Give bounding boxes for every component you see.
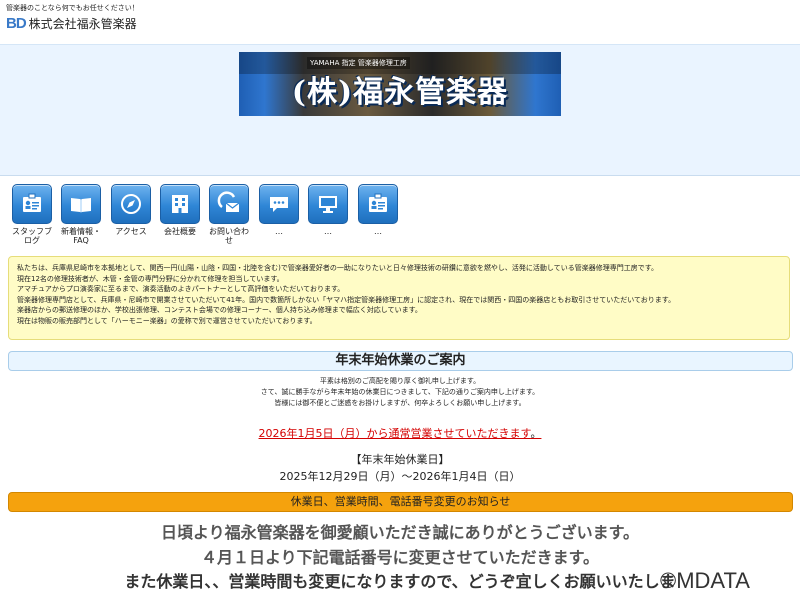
mail-icon [209,184,249,224]
notice-line: さて、誠に勝手ながら年末年始の休業日につきまして、下記の通りご案内申し上げます。 [260,388,540,396]
nav-item-company[interactable]: 会社概要 [157,184,203,236]
change-notice-heading: 休業日、営業時間、電話番号変更のお知らせ [8,492,793,512]
nav-item-monitor[interactable]: … [305,184,351,236]
reopen-suffix: 。 [530,427,542,440]
nav-label: スタッフブログ [12,227,52,245]
intro-line: 現在12名の修理技術者が、木管・金管の専門分野に分かれて修理を担当しています。 [17,274,284,283]
intro-line: 楽器店からの郵送修理のほか、学校出張修理、コンテスト会場での修理コーナー、個人持… [17,306,422,314]
monitor-icon [308,184,348,224]
intro-box: 私たちは、兵庫県尼崎市を本拠地として、関西一円(山陽・山陰・四国・北陸を含む)で… [8,256,790,340]
nav-label: アクセス [115,227,147,236]
hero-area: YAMAHA 指定 管楽器修理工房 (株)福永管楽器 [0,44,800,176]
change-notice-line: 日頃より福永管楽器を御愛顧いただき誠にありがとうございます。 [160,523,640,542]
main-nav: スタッフブログ 新着情報・FAQ アクセス 会社概要 お問い合わせ … … … [0,182,800,252]
banner-small-text: YAMAHA 指定 管楽器修理工房 [307,57,410,69]
nav-label: … [275,227,283,236]
intro-line: 私たちは、兵庫県尼崎市を本拠地として、関西一円(山陽・山陰・四国・北陸を含む)で… [17,264,658,272]
holiday-notice-body: 平素は格別のご高配を賜り厚く御礼申し上げます。 さて、誠に勝手ながら年末年始の休… [0,376,800,409]
nav-item-speech[interactable]: … [256,184,302,236]
compass-icon [111,184,151,224]
tagline: 管楽器のことなら何でもお任せください！ [6,4,139,12]
reopen-notice: 2026年1月5日（月）から通常営業させていただきます。 [0,425,800,441]
building-icon [160,184,200,224]
copyright-watermark: ©MDATA [660,568,750,593]
speech-bubble-icon [259,184,299,224]
nav-item-contact[interactable]: お問い合わせ [206,184,252,245]
intro-line: 管楽器修理専門店として、兵庫県・尼崎市で開業させていただいて41年。国内で数箇所… [17,295,676,304]
nav-label: お問い合わせ [209,227,249,245]
logo-mark: BD [6,14,27,32]
change-notice-line: ４月１日より下記電話番号に変更させていただきます。 [200,548,600,567]
holiday-period-title: 【年末年始休業日】 [350,453,450,466]
nav-item-access[interactable]: アクセス [108,184,154,236]
nav-item-staff-blog[interactable]: スタッフブログ [9,184,55,245]
hero-banner: YAMAHA 指定 管楽器修理工房 (株)福永管楽器 [239,52,561,116]
nav-label: … [374,227,382,236]
company-name: 株式会社福永管楽器 [28,16,137,31]
intro-line: アマチュアからプロ演奏家に至るまで、演奏活動のよきパートナーとして高評価をいただ… [17,285,345,293]
reopen-text: 2026年1月5日（月）から通常営業させていただきます [258,427,531,440]
notice-line: 平素は格別のご高配を賜り厚く御礼申し上げます。 [319,377,481,385]
banner-title: (株)福永管楽器 [291,75,509,110]
intro-line: 現在は物販の販売部門として「ハーモニー楽器」の愛称で別で運営させていただいており… [17,316,317,325]
holiday-notice-heading: 年末年始休業のご案内 [8,351,793,371]
id-card-icon [358,184,398,224]
site-header: 管楽器のことなら何でもお任せください！ BD 株式会社福永管楽器 [0,0,800,44]
nav-item-id-card[interactable]: … [355,184,401,236]
nav-label: 会社概要 [164,227,196,236]
staff-card-icon [12,184,52,224]
company-logo[interactable]: BD 株式会社福永管楽器 [6,14,137,32]
nav-label: 新着情報・FAQ [61,227,101,245]
holiday-period-dates: 2025年12月29日（月）～2026年1月4日（日） [279,470,521,483]
open-book-icon [61,184,101,224]
nav-label: … [324,227,332,236]
nav-item-news-faq[interactable]: 新着情報・FAQ [58,184,104,245]
notice-line: 皆様には御不便とご迷惑をお掛けしますが、何卒よろしくお願い申し上げます。 [274,399,526,407]
